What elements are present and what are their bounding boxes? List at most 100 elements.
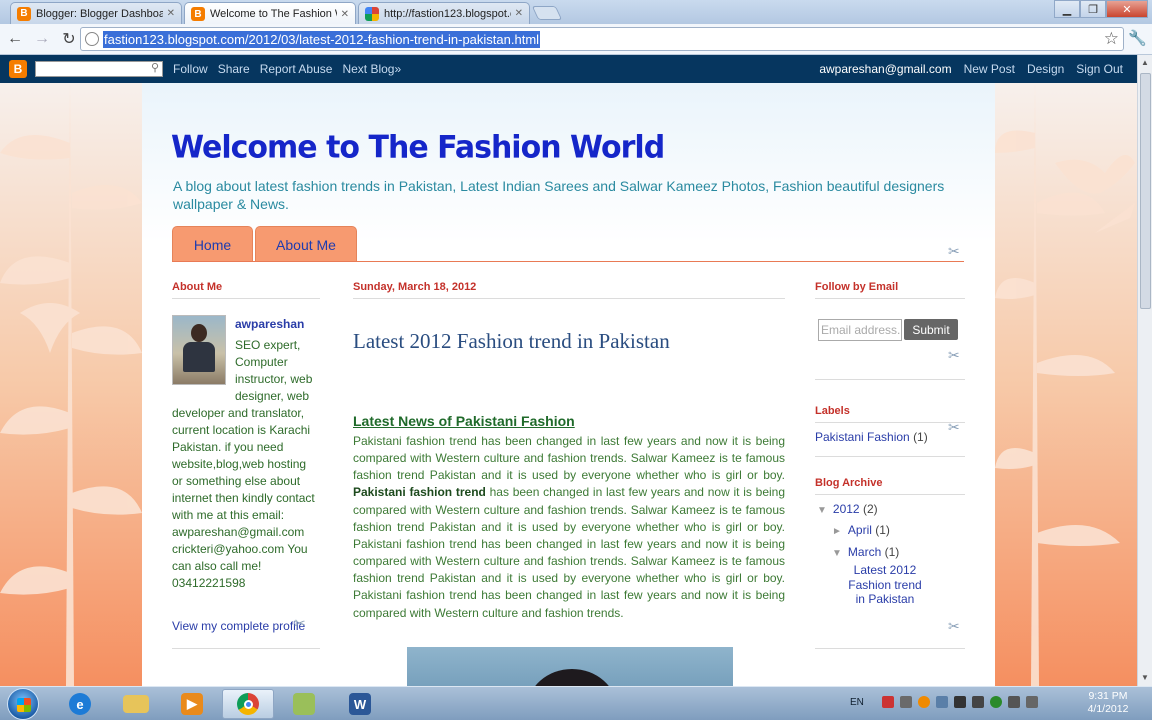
tray-app-icon[interactable] — [899, 696, 912, 708]
tray-app-icon[interactable] — [917, 696, 930, 708]
decorative-foliage-left — [0, 83, 142, 686]
tray-app-icon[interactable] — [935, 696, 948, 708]
folder-icon — [123, 695, 149, 713]
minimize-button[interactable]: ▁ — [1054, 0, 1080, 18]
taskbar-chrome[interactable] — [222, 689, 274, 719]
post-column: Sunday, March 18, 2012 Latest 2012 Fashi… — [353, 281, 785, 686]
archive-march-link[interactable]: March — [848, 545, 881, 559]
word-icon: W — [349, 693, 371, 715]
system-tray: EN — [850, 696, 1038, 708]
archive-post-link[interactable]: Latest 2012 Fashion trend in Pakistan — [846, 563, 924, 607]
tab-fashion-world[interactable]: B Welcome to The Fashion W ✕ — [184, 2, 356, 25]
close-tab-icon[interactable]: ✕ — [167, 8, 175, 19]
maximize-button[interactable]: ❐ — [1080, 0, 1106, 18]
navbar-next-blog-link[interactable]: Next Blog» — [342, 62, 401, 76]
start-button[interactable] — [7, 688, 39, 720]
post-body-bold: Pakistani fashion trend — [353, 485, 486, 500]
view-profile-link[interactable]: View my complete profile — [172, 619, 305, 633]
blog-description: A blog about latest fashion trends in Pa… — [173, 178, 945, 212]
profile-name[interactable]: awpareshan — [235, 317, 304, 331]
chrome-icon — [237, 693, 259, 715]
page-tabs: Home About Me — [172, 226, 357, 262]
tab-blogger-dashboard[interactable]: B Blogger: Blogger Dashboard ✕ — [10, 2, 182, 24]
blog-search-input[interactable]: ⚲ — [35, 61, 163, 77]
expand-triangle-icon[interactable]: ▼ — [817, 505, 827, 516]
blog-title[interactable]: Welcome to The Fashion World — [171, 129, 665, 166]
tab-home[interactable]: Home — [172, 226, 253, 262]
page-scrollbar[interactable]: ▲ ▼ — [1137, 55, 1152, 686]
divider — [815, 494, 965, 495]
archive-year-item: ▼ 2012 (2) — [817, 502, 878, 516]
edit-gadget-icon[interactable]: ✂ — [948, 243, 960, 260]
edit-gadget-icon[interactable]: ✂ — [294, 615, 306, 632]
post-body: Pakistani fashion trend has been changed… — [353, 433, 785, 622]
edit-gadget-icon[interactable]: ✂ — [948, 419, 960, 436]
email-input[interactable]: Email address... — [818, 319, 902, 341]
post-body-text: has been changed in last few years and n… — [353, 485, 786, 620]
forward-arrow-icon[interactable]: → — [30, 27, 54, 51]
bookmark-star-icon[interactable]: ☆ — [1104, 29, 1119, 49]
profile-bio: SEO expert, Computer instructor, web des… — [172, 337, 320, 592]
new-post-link[interactable]: New Post — [964, 62, 1015, 76]
tray-app-icon[interactable] — [989, 696, 1002, 708]
new-tab-button[interactable] — [531, 6, 563, 20]
wrench-menu-icon[interactable]: 🔧 — [1128, 29, 1147, 47]
tab-blogspot[interactable]: http://fastion123.blogspot.c ✕ — [358, 2, 530, 24]
divider — [815, 379, 965, 380]
post-body-text: Pakistani fashion trend has been changed… — [353, 434, 785, 483]
flag-icon[interactable] — [971, 696, 984, 708]
url-text[interactable]: fastion123.blogspot.com/2012/03/latest-2… — [103, 30, 541, 48]
network-icon[interactable] — [1007, 696, 1020, 708]
back-arrow-icon[interactable]: ← — [3, 27, 27, 51]
taskbar-ie[interactable]: e — [54, 689, 106, 719]
scrollbar-thumb[interactable] — [1140, 73, 1151, 309]
blog-page: Welcome to The Fashion World A blog abou… — [0, 83, 1137, 686]
tray-app-icon[interactable] — [881, 696, 894, 708]
news-heading[interactable]: Latest News of Pakistani Fashion — [353, 413, 575, 429]
archive-april-count: (1) — [875, 523, 890, 537]
taskbar-app[interactable] — [278, 689, 330, 719]
label-item: Pakistani Fashion (1) — [815, 430, 928, 444]
search-icon[interactable]: ⚲ — [151, 61, 159, 74]
blogger-logo-icon[interactable]: B — [9, 60, 27, 78]
taskbar-media-player[interactable]: ▶ — [166, 689, 218, 719]
app-icon — [293, 693, 315, 715]
navbar-share-link[interactable]: Share — [218, 62, 250, 76]
divider — [815, 456, 965, 457]
label-link[interactable]: Pakistani Fashion — [815, 430, 910, 444]
navbar-follow-link[interactable]: Follow — [173, 62, 208, 76]
scroll-down-arrow-icon[interactable]: ▼ — [1141, 673, 1149, 682]
about-me-widget: About Me awpareshan SEO expert, Computer… — [172, 281, 320, 649]
post-title[interactable]: Latest 2012 Fashion trend in Pakistan — [353, 329, 670, 354]
collapsed-triangle-icon[interactable]: ► — [832, 526, 842, 537]
sign-out-link[interactable]: Sign Out — [1076, 62, 1123, 76]
close-tab-icon[interactable]: ✕ — [341, 9, 349, 20]
flag-icon[interactable] — [953, 696, 966, 708]
expand-triangle-icon[interactable]: ▼ — [832, 548, 842, 559]
tab-about-me[interactable]: About Me — [255, 226, 357, 262]
archive-april-link[interactable]: April — [848, 523, 872, 537]
archive-month-item: ► April (1) — [832, 523, 890, 537]
language-indicator[interactable]: EN — [850, 697, 864, 708]
address-bar[interactable]: fastion123.blogspot.com/2012/03/latest-2… — [80, 27, 1124, 51]
taskbar-clock[interactable]: 9:31 PM 4/1/2012 — [1078, 690, 1138, 716]
internet-explorer-icon: e — [69, 693, 91, 715]
edit-gadget-icon[interactable]: ✂ — [948, 347, 960, 364]
close-window-button[interactable]: ✕ — [1106, 0, 1148, 18]
edit-gadget-icon[interactable]: ✂ — [948, 618, 960, 635]
taskbar-word[interactable]: W — [334, 689, 386, 719]
design-link[interactable]: Design — [1027, 62, 1064, 76]
post-image — [407, 647, 733, 686]
submit-button[interactable]: Submit — [904, 319, 958, 340]
navbar-report-abuse-link[interactable]: Report Abuse — [260, 62, 333, 76]
archive-year-link[interactable]: 2012 — [833, 502, 860, 516]
volume-icon[interactable] — [1025, 696, 1038, 708]
taskbar-explorer[interactable] — [110, 689, 162, 719]
scroll-up-arrow-icon[interactable]: ▲ — [1141, 58, 1149, 67]
divider — [815, 648, 965, 649]
about-me-heading: About Me — [172, 281, 223, 293]
windows-taskbar: e ▶ W EN 9:31 PM 4/1/2012 — [0, 686, 1152, 720]
reload-icon[interactable]: ↻ — [57, 27, 81, 51]
close-tab-icon[interactable]: ✕ — [515, 8, 523, 19]
google-icon — [365, 6, 379, 21]
